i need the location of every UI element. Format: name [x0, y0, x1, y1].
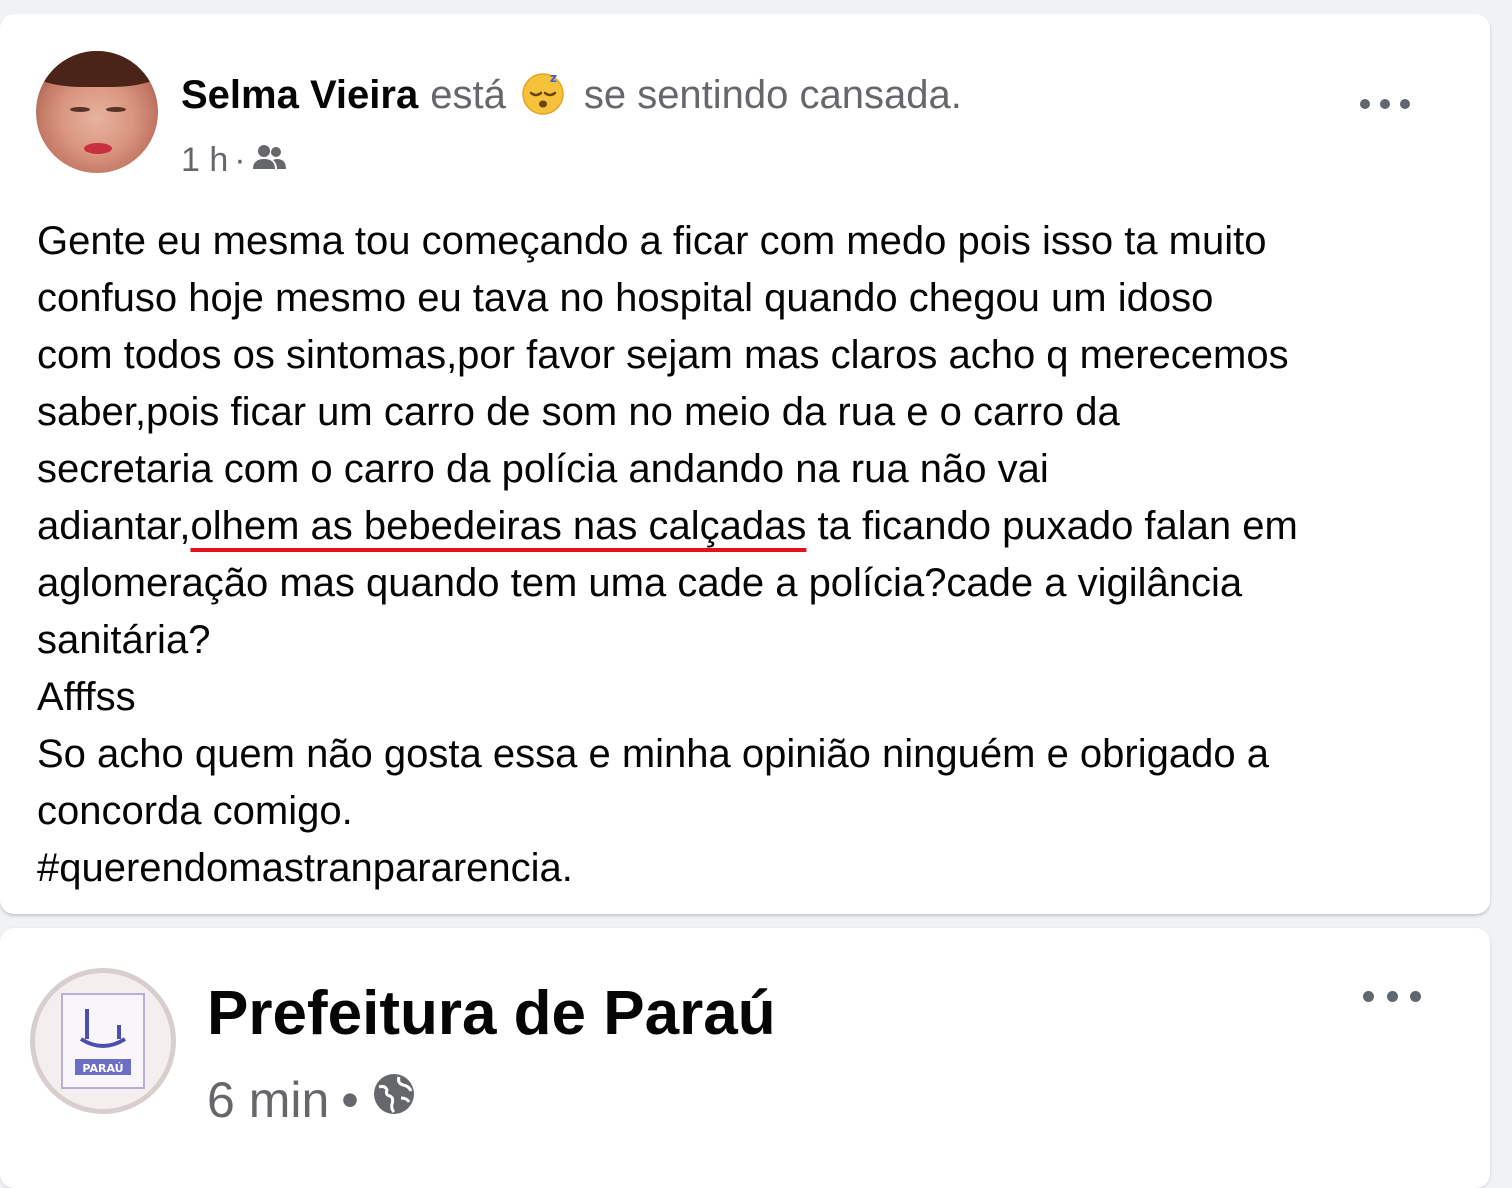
post-text-line: So acho quem não gosta essa e minha opin…	[37, 732, 1269, 776]
post-text-line: saber,pois ficar um carro de som no meio…	[37, 390, 1120, 434]
feeling-verb: está	[430, 72, 506, 117]
post-text-line: Gente eu mesma tou começando a ficar com…	[37, 219, 1267, 263]
city-logo-icon: PARAÚ	[61, 993, 145, 1089]
friends-icon[interactable]	[252, 141, 286, 180]
post-text-line: secretaria com o carro da polícia andand…	[37, 447, 1049, 491]
text-before-underline: adiantar,	[37, 504, 191, 548]
post-timestamp[interactable]: 6 min	[207, 1071, 329, 1129]
post-text-line: Afffss	[37, 675, 136, 719]
post-timestamp[interactable]: 1 h	[181, 141, 228, 180]
post-meta: 6 min •	[207, 1071, 417, 1129]
red-underlined-text: olhem as bebedeiras nas calçadas	[190, 504, 807, 548]
post-text-line: concorda comigo.	[37, 789, 353, 833]
author-avatar[interactable]	[36, 51, 158, 173]
meta-separator: ·	[234, 141, 246, 179]
post-card-prefeitura: PARAÚ Prefeitura de Paraú 6 min •	[0, 928, 1490, 1188]
post-text-line: sanitária?	[37, 618, 211, 662]
post-card-selma: Selma Vieira está z se sentindo cansada.…	[0, 14, 1490, 914]
feeling-text[interactable]: se sentindo cansada.	[584, 73, 962, 118]
sleepy-face-emoji-icon: z	[520, 70, 566, 116]
svg-text:z: z	[550, 71, 557, 85]
post-options-button[interactable]	[1360, 89, 1410, 119]
svg-text:PARAÚ: PARAÚ	[82, 1062, 123, 1075]
post-text-line: com todos os sintomas,por favor sejam ma…	[37, 333, 1289, 377]
page-avatar[interactable]: PARAÚ	[30, 968, 176, 1114]
text-after-underline: ta ficando puxado falan em	[806, 504, 1298, 548]
post-text-line: aglomeração mas quando tem uma cade a po…	[37, 561, 1243, 605]
post-meta: 1 h ·	[181, 141, 286, 180]
hashtag-link[interactable]: #querendomastranpararencia.	[37, 840, 1477, 897]
globe-icon[interactable]	[371, 1071, 417, 1129]
post-text: Gente eu mesma tou começando a ficar com…	[37, 213, 1477, 897]
page-name[interactable]: Prefeitura de Paraú	[207, 978, 776, 1049]
post-text-line: confuso hoje mesmo eu tava no hospital q…	[37, 276, 1214, 320]
meta-separator: •	[341, 1072, 359, 1128]
author-name[interactable]: Selma Vieira	[181, 73, 418, 118]
post-text-line-underlined: adiantar,olhem as bebedeiras nas calçada…	[37, 498, 1477, 555]
post-options-button[interactable]	[1363, 981, 1421, 1011]
post-header: Selma Vieira está z se sentindo cansada.	[181, 70, 962, 118]
